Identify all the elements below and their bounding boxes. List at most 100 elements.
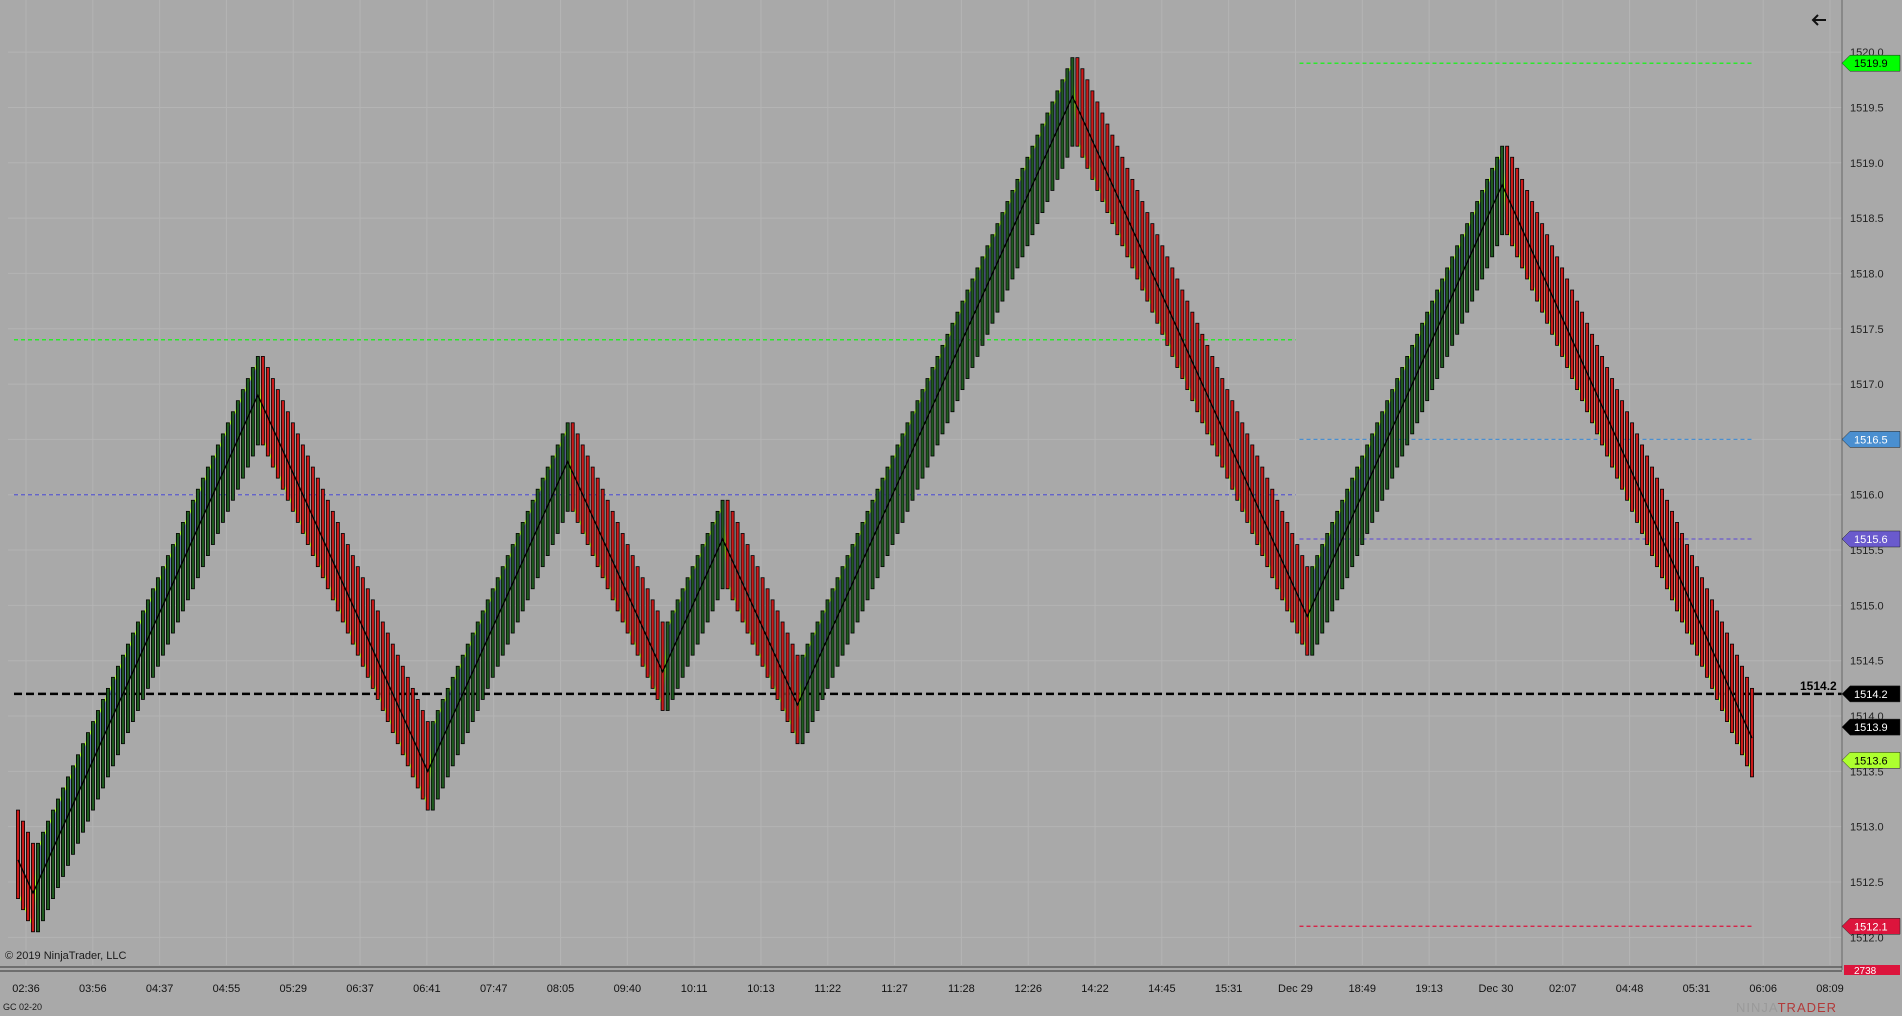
renko-bar	[305, 455, 310, 545]
renko-bar	[1065, 68, 1070, 158]
renko-bar	[930, 367, 935, 457]
renko-bar	[550, 455, 555, 545]
renko-bar	[1695, 566, 1699, 656]
renko-bar	[36, 842, 40, 933]
renko-bar	[260, 356, 265, 446]
renko-bar	[66, 776, 70, 866]
renko-bar	[325, 499, 330, 590]
renko-bar	[225, 422, 230, 512]
renko-bar	[905, 422, 910, 512]
renko-bar	[540, 477, 545, 568]
renko-bar	[995, 223, 1000, 313]
renko-bar	[1380, 411, 1385, 501]
renko-bar	[1530, 201, 1535, 291]
renko-bar	[1045, 112, 1050, 202]
renko-bar	[1640, 444, 1645, 534]
renko-bar	[775, 610, 780, 700]
renko-bar	[310, 466, 315, 556]
renko-bar	[275, 389, 280, 479]
renko-bar	[200, 477, 205, 568]
renko-bar	[1155, 234, 1160, 324]
renko-bar	[1145, 212, 1150, 302]
renko-bar	[715, 510, 720, 601]
renko-bar	[740, 533, 745, 623]
renko-bar	[465, 643, 470, 734]
renko-bar	[1305, 566, 1310, 656]
renko-bar	[1470, 212, 1475, 302]
renko-bar	[410, 687, 415, 778]
renko-bar	[510, 544, 515, 634]
renko-bar	[1070, 57, 1075, 147]
renko-bar	[950, 322, 955, 413]
renko-bar	[1610, 378, 1615, 468]
renko-bar	[1100, 112, 1105, 202]
renko-bar	[605, 499, 610, 590]
renko-bar	[290, 422, 295, 512]
renko-bar	[890, 455, 895, 545]
renko-bar	[650, 599, 655, 689]
renko-bar	[505, 555, 510, 645]
renko-bar	[745, 544, 750, 634]
renko-bar	[735, 521, 740, 612]
renko-bar	[625, 544, 630, 634]
renko-bar	[570, 422, 575, 512]
price-chart[interactable]: 1512.01512.51513.01513.51514.01514.51515…	[0, 0, 1902, 1016]
renko-bar	[705, 533, 710, 623]
renko-bar	[1570, 289, 1575, 379]
renko-bar	[560, 433, 565, 523]
renko-bar	[850, 544, 855, 634]
renko-bar	[135, 621, 140, 711]
renko-bar	[965, 289, 970, 379]
renko-bar	[1315, 555, 1320, 645]
renko-bar	[485, 599, 490, 689]
renko-bar	[460, 654, 465, 745]
renko-bar	[1130, 178, 1135, 269]
renko-bar	[170, 544, 175, 634]
renko-bar	[860, 521, 865, 612]
renko-bar	[1105, 123, 1110, 213]
renko-bar	[545, 466, 550, 556]
arrow-left-icon[interactable]	[1808, 9, 1830, 31]
renko-bar	[725, 499, 730, 590]
renko-bar	[1535, 212, 1540, 302]
renko-bar	[385, 632, 390, 722]
time-tick-label: 06:41	[413, 983, 441, 995]
renko-bar	[530, 499, 535, 590]
renko-bar	[1565, 278, 1570, 368]
renko-bar	[1325, 533, 1330, 623]
time-tick-label: 14:22	[1081, 983, 1109, 995]
time-tick-label: 18:49	[1349, 983, 1377, 995]
renko-bar	[1035, 134, 1040, 225]
renko-bar	[1475, 201, 1480, 291]
renko-bar	[1085, 79, 1090, 169]
renko-bar	[330, 510, 335, 601]
renko-bar	[1745, 676, 1749, 767]
renko-bar	[945, 333, 950, 424]
renko-bar	[680, 588, 685, 678]
ninjatrader-logo: NINJATRADER	[1736, 1000, 1837, 1015]
renko-bar	[1225, 389, 1230, 479]
renko-bar	[470, 632, 475, 722]
renko-bar	[365, 588, 370, 678]
renko-bar	[81, 743, 85, 833]
renko-bar	[1330, 521, 1335, 612]
renko-bar	[91, 721, 95, 811]
renko-bar	[425, 721, 430, 811]
renko-bar	[180, 521, 185, 612]
renko-bar	[1050, 101, 1055, 191]
renko-bar	[985, 245, 990, 335]
time-tick-label: 09:40	[614, 983, 642, 995]
renko-bar	[1655, 477, 1659, 568]
renko-bar	[1600, 356, 1605, 446]
price-label-text: 1514.2	[1854, 689, 1888, 701]
renko-bar	[1650, 466, 1655, 556]
renko-bar	[1120, 156, 1125, 247]
renko-bar	[360, 577, 365, 667]
renko-bar	[1285, 521, 1290, 612]
renko-bar	[125, 643, 130, 734]
renko-bar	[1260, 466, 1265, 556]
renko-bar	[880, 477, 885, 568]
renko-bar	[450, 676, 455, 767]
renko-bar	[61, 787, 65, 877]
renko-bar	[1025, 156, 1030, 247]
